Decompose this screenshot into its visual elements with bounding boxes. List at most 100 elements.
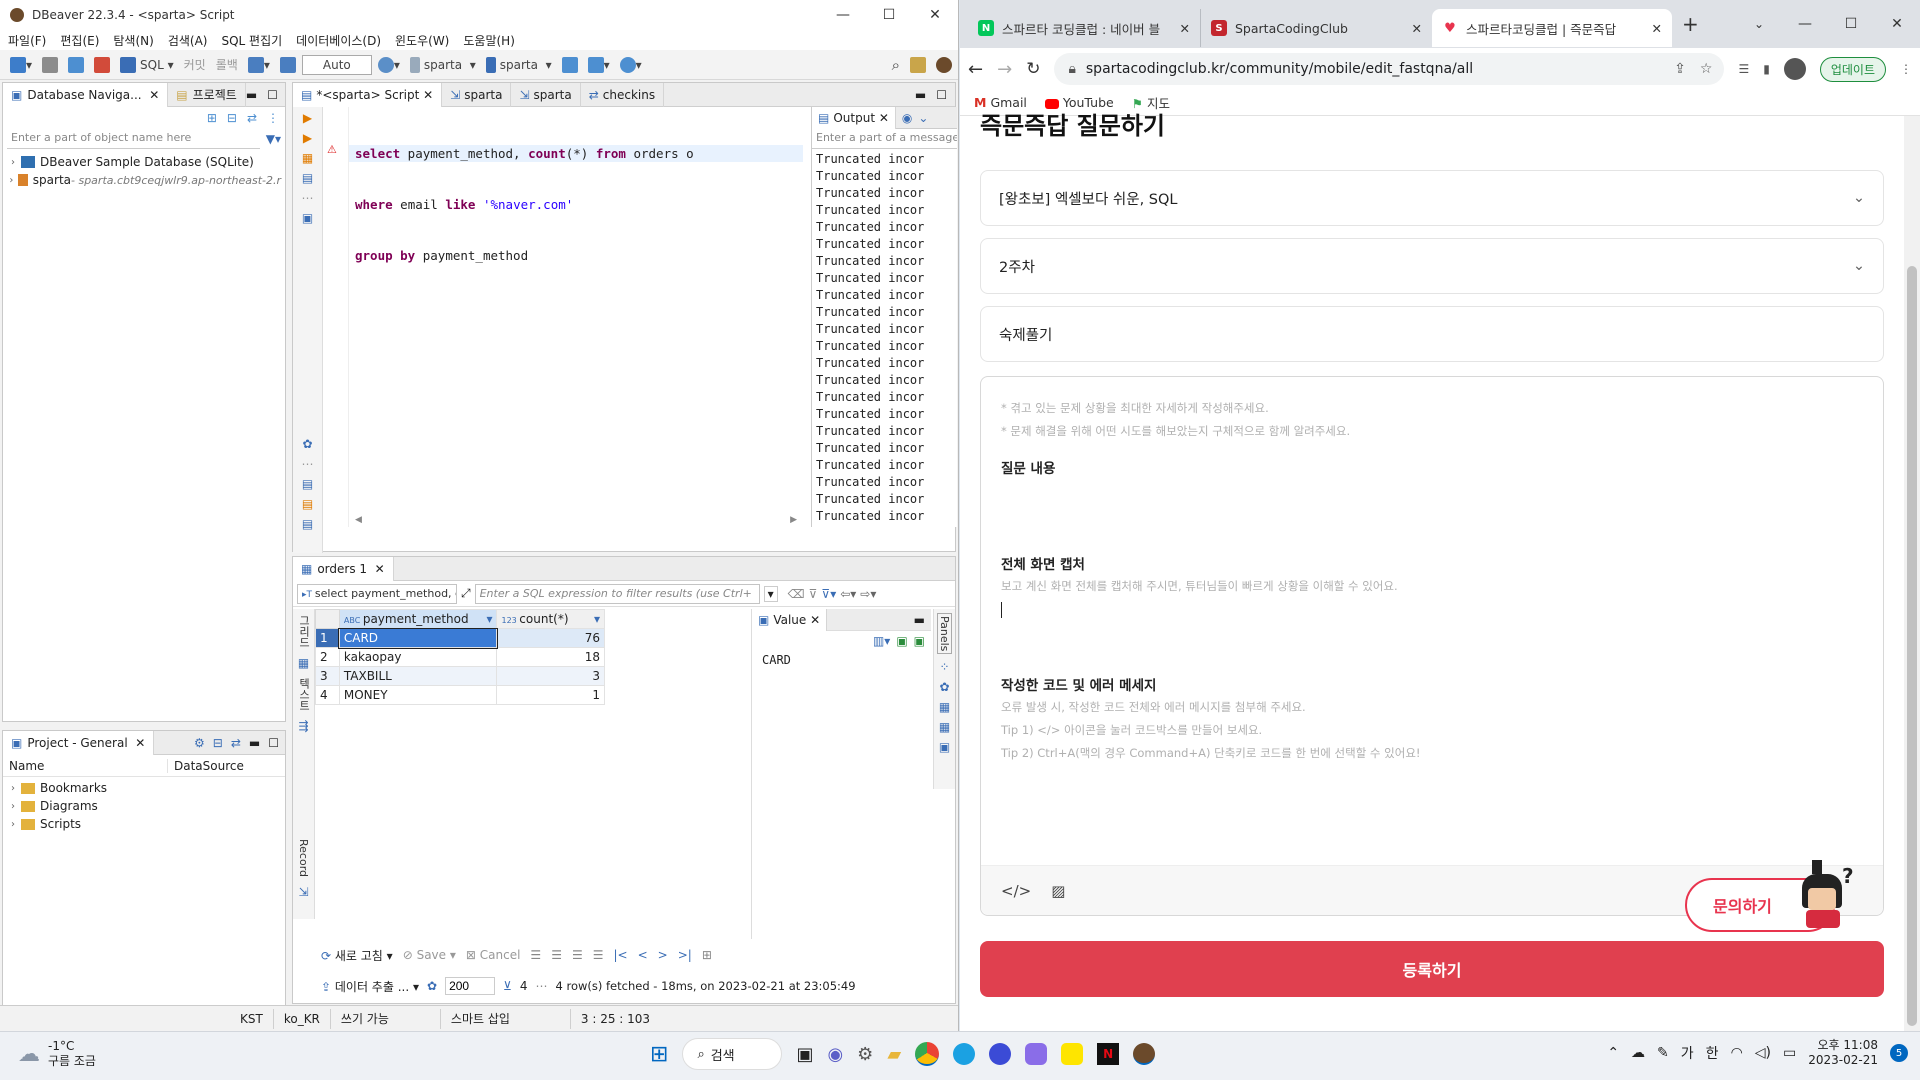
forward-button[interactable]: →: [997, 59, 1012, 80]
question-editor[interactable]: * 겪고 있는 문제 상황을 최대한 자세하게 작성해주세요. * 문제 해결을…: [980, 376, 1884, 916]
minimize-panel-icon[interactable]: ▬: [249, 736, 260, 750]
side-panel-icon[interactable]: ▮: [1763, 62, 1770, 76]
query-label[interactable]: ▸T select payment_method, c: [297, 583, 457, 604]
settings-gear-icon[interactable]: ⚙: [857, 1044, 873, 1065]
record-icon[interactable]: ⇲: [298, 885, 308, 899]
find-button[interactable]: ▾: [616, 53, 646, 77]
menu-file[interactable]: 파일(F): [8, 32, 46, 49]
reload-button[interactable]: ↻: [1026, 59, 1040, 79]
sort-icon[interactable]: ▾: [486, 612, 492, 626]
cell-method[interactable]: kakaopay: [338, 647, 498, 667]
auto-apply-icon[interactable]: ▣: [914, 634, 925, 648]
page-scrollbar[interactable]: [1904, 116, 1920, 1031]
maximize-panel-icon[interactable]: ☐: [268, 736, 279, 750]
object-filter-input[interactable]: Enter a part of object name here: [7, 129, 260, 149]
maximize-panel-icon[interactable]: ☐: [267, 88, 278, 102]
format-icon[interactable]: ▤: [302, 517, 313, 531]
grouping-icon[interactable]: ▦: [939, 700, 950, 714]
message-filter-input[interactable]: Enter a part of a message: [812, 129, 957, 149]
table-row[interactable]: 3 TAXBILL 3: [315, 666, 605, 686]
filter-icon[interactable]: ▼▾: [266, 132, 281, 146]
teams-chat-icon[interactable]: ◉: [827, 1044, 843, 1065]
notification-badge[interactable]: 5: [1890, 1044, 1908, 1062]
cell-method[interactable]: CARD: [338, 627, 498, 649]
submit-button[interactable]: 등록하기: [980, 941, 1884, 997]
bookmark-star-icon[interactable]: ☆: [1700, 61, 1713, 77]
table-icon[interactable]: ▦: [298, 656, 309, 670]
record-view-tab[interactable]: Record: [297, 839, 310, 877]
reading-list-icon[interactable]: ☰: [1738, 62, 1749, 76]
global-search-button[interactable]: ⌕: [888, 53, 904, 77]
save-value-icon[interactable]: ▣: [896, 634, 907, 648]
export-data-button[interactable]: ⇪ 데이터 추출 ... ▾: [321, 978, 419, 995]
category-field[interactable]: 숙제풀기: [980, 306, 1884, 362]
maximize-panel-icon[interactable]: ☐: [936, 88, 947, 102]
course-select[interactable]: [왕초보] 엑셀보다 쉬운, SQL ⌄: [980, 170, 1884, 226]
minimize-panel-icon[interactable]: ▬: [246, 88, 257, 102]
clock[interactable]: 오후 11:08 2023-02-21: [1808, 1038, 1878, 1068]
auto-commit-select[interactable]: Auto: [301, 54, 372, 75]
tab-sparta-2[interactable]: ⇲ sparta: [511, 82, 581, 107]
image-icon[interactable]: ▨: [1051, 882, 1065, 900]
tray-network-icon[interactable]: ☁: [1631, 1045, 1645, 1061]
taskbar-search[interactable]: ⌕ 검색: [682, 1038, 783, 1070]
invalidate-button[interactable]: [64, 53, 88, 77]
chart-icon[interactable]: ▣: [939, 740, 950, 754]
panels-toggle[interactable]: Panels: [937, 613, 952, 655]
app-icon-c[interactable]: [989, 1043, 1012, 1065]
profile-avatar[interactable]: [1783, 58, 1806, 80]
new-connection-button[interactable]: ▾: [6, 53, 36, 77]
tab-database-navigator[interactable]: ▣ Database Naviga... ✕: [3, 82, 169, 107]
sql-editor-button[interactable]: SQL ▾: [116, 53, 178, 77]
editor-hscrollbar[interactable]: ◀ ▶: [349, 515, 803, 527]
start-button[interactable]: ⊞: [650, 1042, 668, 1067]
tree-item-scripts[interactable]: › Scripts: [7, 815, 281, 833]
tree-item-diagrams[interactable]: › Diagrams: [7, 797, 281, 815]
update-button[interactable]: 업데이트: [1819, 56, 1886, 82]
week-select[interactable]: 2주차 ⌄: [980, 238, 1884, 294]
column-header-count[interactable]: 123 count(*) ▾: [496, 609, 605, 629]
tree-item-bookmarks[interactable]: › Bookmarks: [7, 779, 281, 797]
volume-icon[interactable]: ◁): [1755, 1045, 1771, 1061]
tray-chevron-up-icon[interactable]: ⌃: [1607, 1045, 1619, 1061]
cell-count[interactable]: 3: [496, 666, 605, 686]
close-tab-icon[interactable]: ✕: [1180, 21, 1190, 36]
value-text[interactable]: CARD: [752, 651, 931, 669]
collapse-all-icon[interactable]: ⊟: [227, 111, 237, 125]
filter-clear-icon[interactable]: ⊽: [809, 587, 818, 601]
table-row[interactable]: 1 CARD 76: [315, 627, 605, 649]
commit-button[interactable]: 커밋: [180, 53, 210, 77]
app-icon-copilot[interactable]: [1025, 1043, 1048, 1065]
execute-statement-icon[interactable]: ▶: [303, 111, 312, 125]
calc-icon[interactable]: ▦: [939, 720, 950, 734]
history-button[interactable]: ▾: [374, 53, 404, 77]
cell-method[interactable]: TAXBILL: [338, 666, 498, 686]
new-tab-button[interactable]: +: [1682, 12, 1699, 36]
copy-row-icon[interactable]: ☰: [572, 948, 583, 962]
table-row[interactable]: 4 MONEY 1: [315, 685, 605, 705]
close-tab-icon[interactable]: ✕: [1652, 21, 1662, 36]
last-page-icon[interactable]: >|: [678, 948, 692, 962]
fetch-settings-icon[interactable]: ✿: [427, 979, 437, 993]
back-icon[interactable]: ⇦▾: [840, 587, 856, 601]
prev-page-icon[interactable]: <: [638, 948, 648, 962]
save-button[interactable]: ⊘ Save ▾: [403, 948, 456, 962]
tab-value[interactable]: ▣ Value ✕: [752, 608, 828, 631]
table-row[interactable]: 2 kakaopay 18: [315, 647, 605, 667]
disconnect-button[interactable]: [90, 53, 114, 77]
close-tab-icon[interactable]: ✕: [1412, 21, 1422, 36]
text-view-tab[interactable]: 텍스트: [296, 678, 312, 711]
chevron-down-icon[interactable]: ⌄: [918, 111, 928, 125]
lock-button[interactable]: [276, 53, 300, 77]
new-folder-icon[interactable]: ⊞: [207, 111, 217, 125]
import-icon[interactable]: ▤: [302, 497, 313, 511]
more-menu-icon[interactable]: ⋮: [1900, 62, 1912, 76]
column-header-payment-method[interactable]: ABC payment_method ▾: [338, 609, 498, 629]
text-icon[interactable]: ⇶: [298, 719, 308, 733]
sort-icon[interactable]: ▾: [594, 612, 600, 626]
terminal-icon[interactable]: ▣: [302, 211, 313, 225]
result-filter-input[interactable]: Enter a SQL expression to filter results…: [474, 583, 760, 604]
tab-output[interactable]: ▤ Output ✕: [812, 106, 896, 129]
chrome-app-icon[interactable]: [915, 1042, 940, 1066]
menu-help[interactable]: 도움말(H): [463, 32, 515, 49]
